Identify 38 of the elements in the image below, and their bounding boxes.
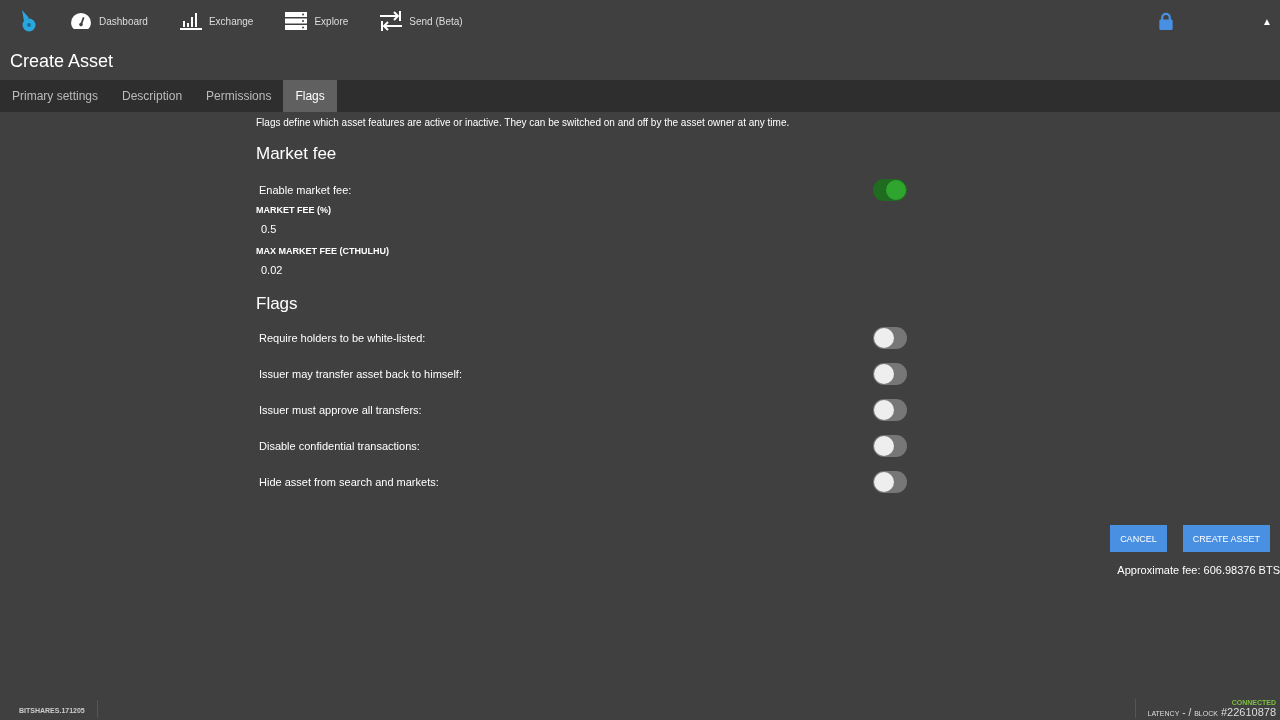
toggle-label: Disable confidential transactions:	[258, 440, 420, 452]
field-label: MARKET FEE (%)	[256, 205, 332, 215]
toggle-label: Hide asset from search and markets:	[258, 476, 439, 488]
caret-icon[interactable]: ▲	[1262, 15, 1272, 27]
toggle-switch[interactable]	[873, 327, 907, 349]
lock-icon[interactable]	[1158, 11, 1175, 31]
toggle-label: Issuer may transfer asset back to himself:	[258, 368, 462, 380]
input-field[interactable]: 0.5	[256, 215, 466, 243]
intro-text: Flags define which asset features are active or inactive. They can be switched on and off by the asset owner at any time.	[256, 117, 791, 128]
nav-link[interactable]: Send (Beta)	[380, 11, 463, 31]
toggle-switch[interactable]	[873, 399, 907, 421]
toggle-switch[interactable]	[873, 363, 907, 385]
tab[interactable]: Primary settings	[0, 80, 111, 112]
tab[interactable]: Flags	[283, 80, 337, 112]
bar-chart-icon	[179, 12, 202, 30]
nav-link[interactable]: Exchange	[179, 12, 254, 30]
toggle-switch[interactable]	[873, 435, 907, 457]
input-field[interactable]: 0.02	[256, 256, 466, 284]
block-number: #22610878	[1220, 706, 1276, 718]
nav-link[interactable]: Dashboard	[70, 12, 148, 30]
tab[interactable]: Permissions	[194, 80, 284, 112]
logo-icon[interactable]	[20, 9, 36, 33]
transfer-arrows-icon	[380, 11, 403, 31]
section-heading: Market fee	[256, 144, 338, 164]
toggle-switch[interactable]	[873, 179, 907, 201]
gauge-icon	[70, 12, 92, 30]
toggle-label: Enable market fee:	[258, 184, 352, 196]
page-title: Create Asset	[9, 49, 115, 73]
field-label: MAX MARKET FEE (CTHULHU)	[256, 246, 390, 256]
toggle-switch[interactable]	[873, 471, 907, 493]
nav-link[interactable]: Explore	[285, 12, 349, 30]
server-icon	[285, 12, 308, 30]
latency-value: - /	[1182, 707, 1192, 718]
tab[interactable]: Description	[110, 80, 195, 112]
toggle-label: Require holders to be white-listed:	[258, 332, 426, 344]
toggle-label: Issuer must approve all transfers:	[258, 404, 422, 416]
section-heading: Flags	[256, 294, 299, 314]
fee-text: Approximate fee: 606.98376 BTS	[1117, 564, 1280, 576]
